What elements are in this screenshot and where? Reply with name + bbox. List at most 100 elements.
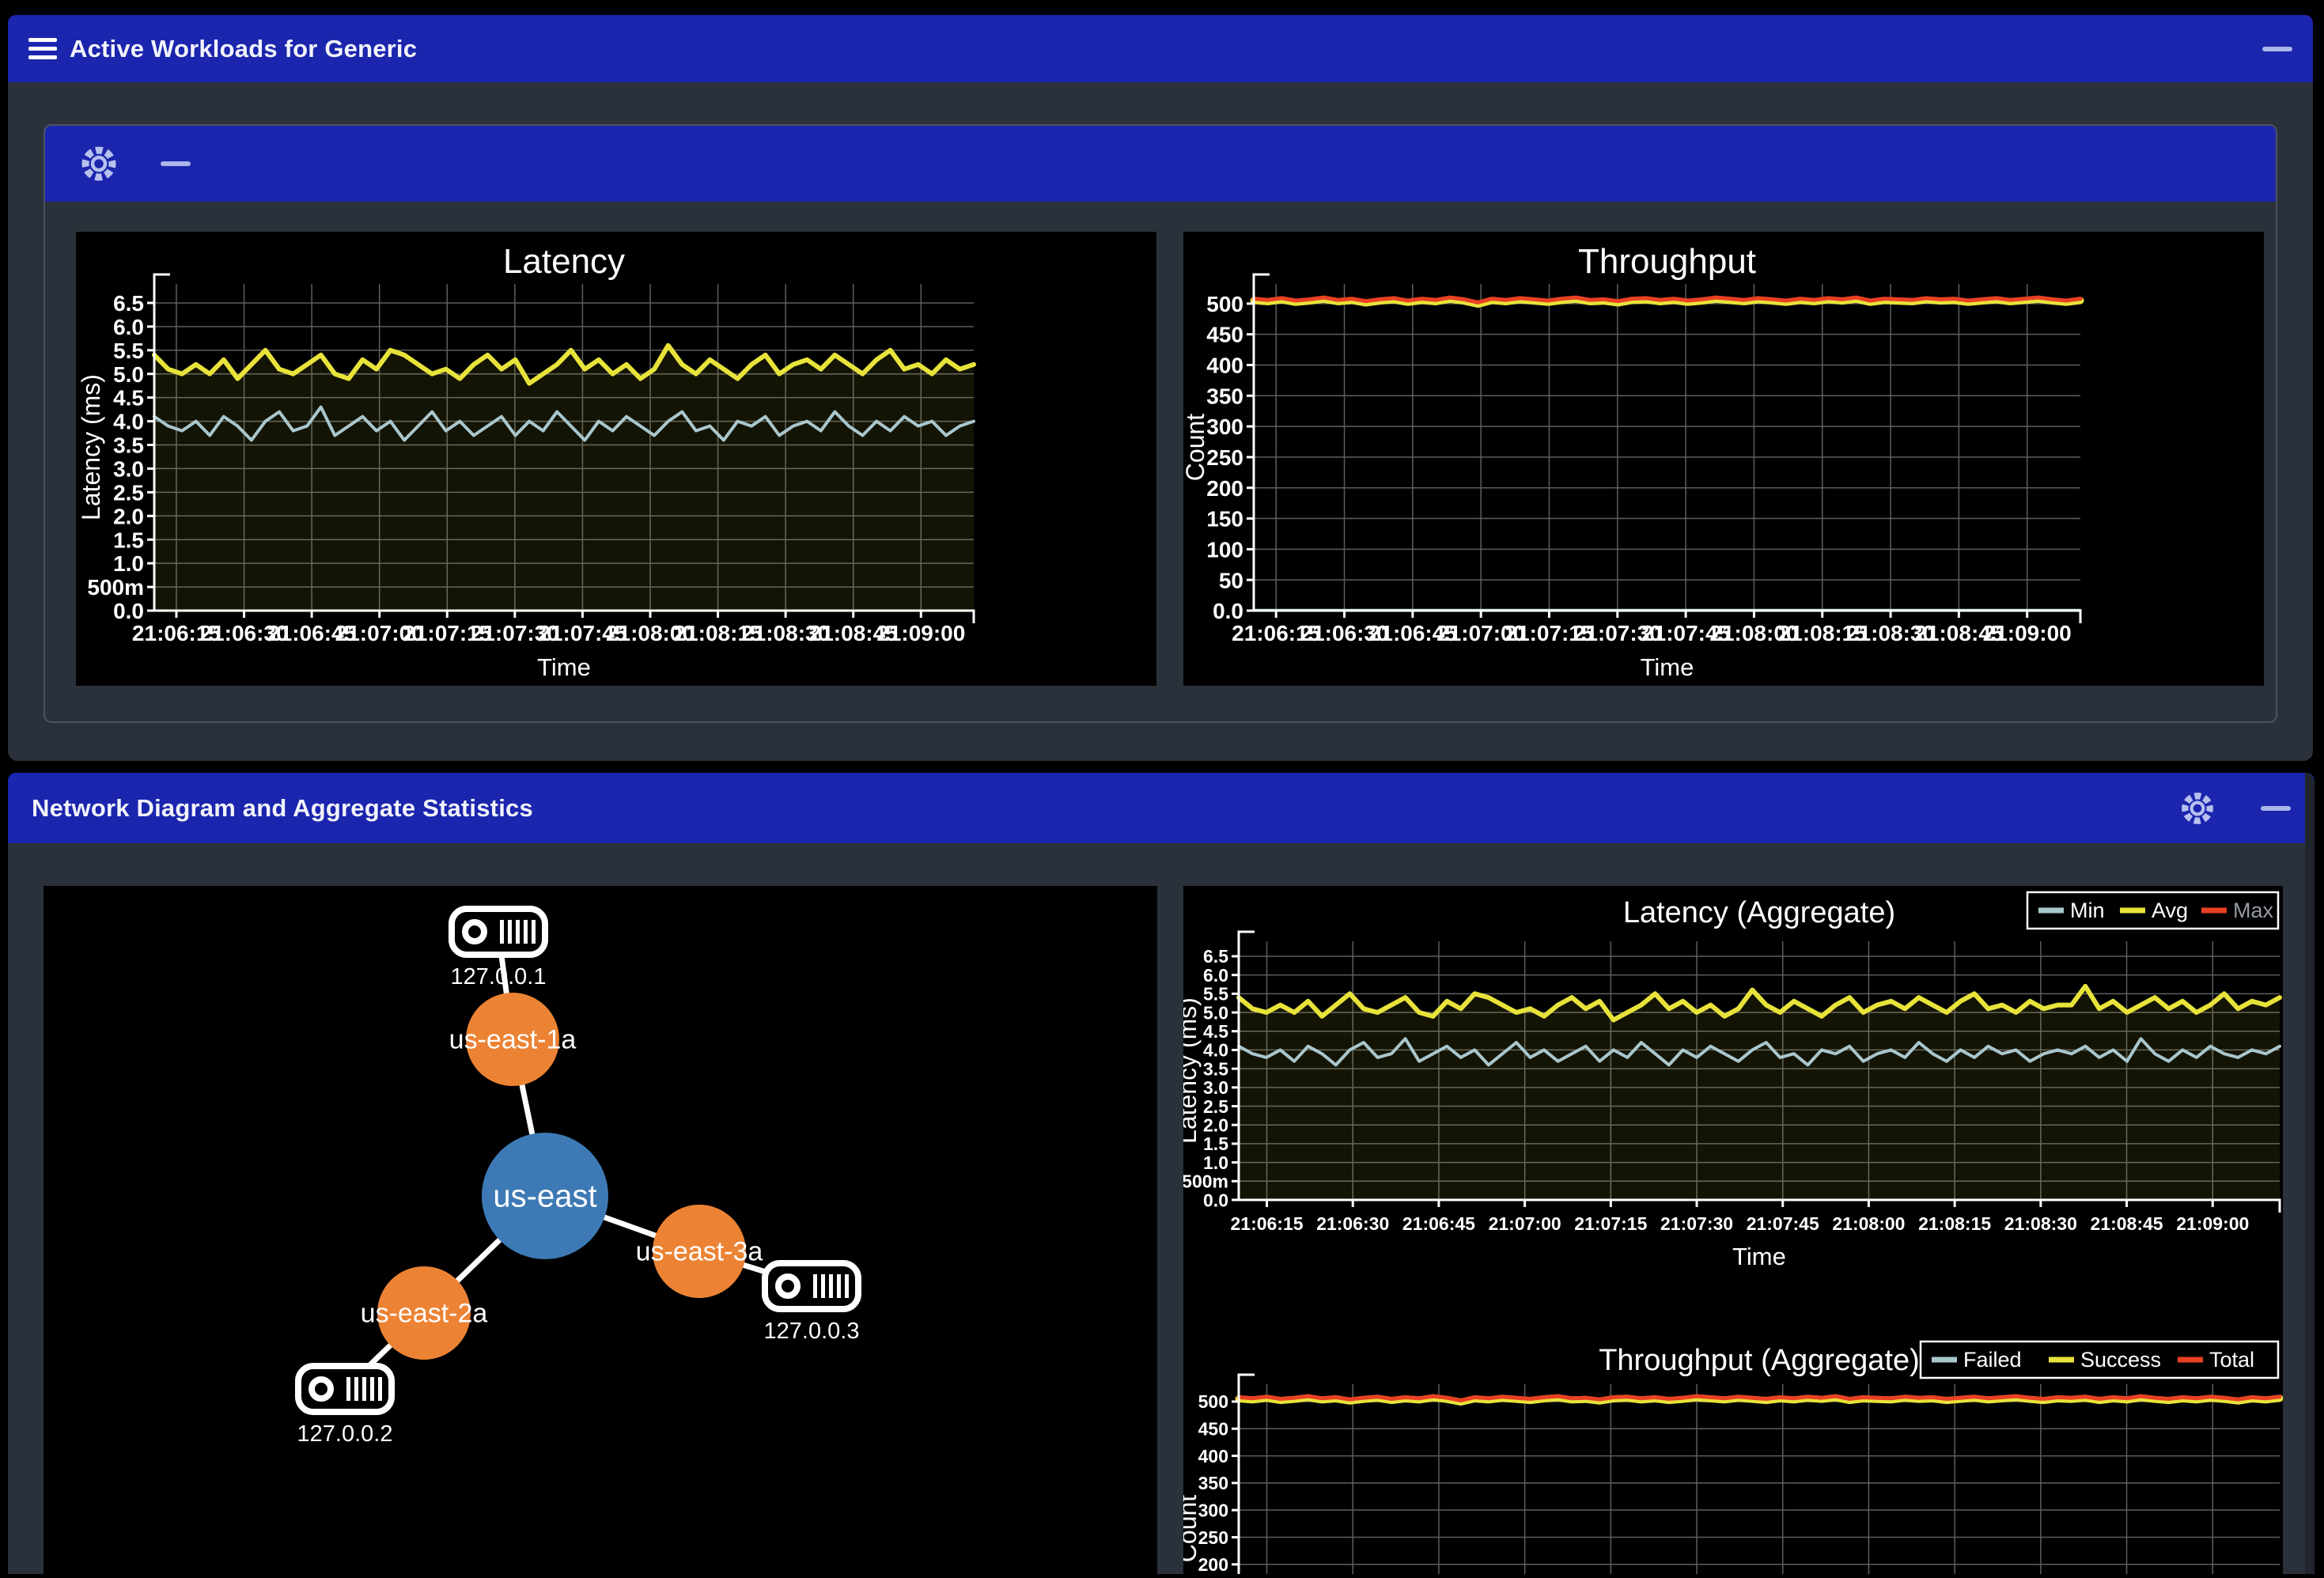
svg-text:Latency: Latency	[503, 242, 625, 281]
svg-text:21:09:00: 21:09:00	[2176, 1213, 2249, 1234]
svg-text:21:07:15: 21:07:15	[1574, 1213, 1647, 1234]
svg-text:4.5: 4.5	[113, 386, 144, 411]
svg-text:500m: 500m	[1183, 1171, 1228, 1192]
svg-text:21:06:45: 21:06:45	[1402, 1213, 1475, 1234]
svg-text:us-east-3a: us-east-3a	[636, 1237, 763, 1267]
svg-text:3.5: 3.5	[113, 433, 144, 458]
svg-text:Time: Time	[1732, 1243, 1786, 1270]
active-workloads-panel: Active Workloads for Generic Latency0.05…	[8, 15, 2313, 761]
svg-text:0.0: 0.0	[1203, 1190, 1228, 1210]
svg-text:6.5: 6.5	[1203, 946, 1228, 967]
svg-text:21:07:00: 21:07:00	[1489, 1213, 1561, 1234]
svg-text:Total: Total	[2209, 1348, 2254, 1372]
svg-text:127.0.0.2: 127.0.0.2	[297, 1421, 393, 1447]
svg-text:500: 500	[1198, 1391, 1228, 1412]
svg-text:300: 300	[1198, 1500, 1228, 1520]
network-panel-header: Network Diagram and Aggregate Statistics	[8, 773, 2315, 843]
svg-text:21:08:30: 21:08:30	[2004, 1213, 2077, 1234]
svg-text:100: 100	[1206, 537, 1243, 562]
svg-text:400: 400	[1206, 354, 1243, 378]
svg-text:50: 50	[1219, 568, 1243, 592]
svg-text:4.0: 4.0	[1203, 1040, 1228, 1061]
chart-cards-row: Latency0.0500m1.01.52.02.53.03.54.04.55.…	[45, 202, 2276, 686]
svg-text:350: 350	[1206, 384, 1243, 408]
network-diagram-panel: Network Diagram and Aggregate Statistics…	[8, 773, 2315, 1574]
svg-text:21:09:00: 21:09:00	[876, 621, 965, 645]
svg-text:350: 350	[1198, 1473, 1228, 1493]
panel-title: Network Diagram and Aggregate Statistics	[32, 794, 533, 823]
svg-text:0.0: 0.0	[113, 599, 144, 623]
svg-text:4.5: 4.5	[1203, 1021, 1228, 1042]
minus-icon[interactable]	[2261, 806, 2291, 811]
minus-icon[interactable]	[161, 161, 191, 166]
workload-charts-subpanel: Latency0.0500m1.01.52.02.53.03.54.04.55.…	[44, 124, 2277, 723]
svg-text:Min: Min	[2070, 899, 2105, 922]
svg-text:5.0: 5.0	[1203, 1002, 1228, 1023]
svg-text:Count: Count	[1183, 414, 1209, 482]
svg-text:5.5: 5.5	[1203, 984, 1228, 1005]
svg-text:Latency (Aggregate): Latency (Aggregate)	[1623, 896, 1895, 929]
svg-text:2.5: 2.5	[1203, 1096, 1228, 1117]
server-icon	[452, 909, 545, 955]
svg-text:21:07:30: 21:07:30	[1660, 1213, 1733, 1234]
svg-text:Throughput: Throughput	[1578, 242, 1756, 281]
gear-icon[interactable]	[78, 143, 119, 184]
svg-text:us-east: us-east	[493, 1179, 596, 1214]
svg-text:6.0: 6.0	[1203, 965, 1228, 986]
hamburger-menu-icon[interactable]	[28, 38, 57, 59]
svg-text:5.0: 5.0	[113, 362, 144, 387]
svg-text:200: 200	[1198, 1554, 1228, 1574]
svg-text:21:06:15: 21:06:15	[1230, 1213, 1303, 1234]
svg-text:Time: Time	[1641, 653, 1694, 681]
svg-text:500: 500	[1206, 292, 1243, 316]
svg-text:21:08:00: 21:08:00	[1832, 1213, 1905, 1234]
svg-text:Failed: Failed	[1963, 1348, 2022, 1372]
svg-text:2.5: 2.5	[113, 480, 144, 505]
throughput-aggregate-chart: Throughput (Aggregate)0.0501001502002503…	[1183, 1337, 2283, 1574]
svg-text:21:09:00: 21:09:00	[1983, 621, 2072, 645]
network-diagram[interactable]: 127.0.0.1 us-east-1a us-east us-east-3a 127.…	[44, 886, 1157, 1574]
svg-text:250: 250	[1206, 445, 1243, 470]
svg-text:Latency (ms): Latency (ms)	[1183, 997, 1202, 1144]
svg-text:200: 200	[1206, 476, 1243, 501]
server-icon	[765, 1263, 858, 1309]
svg-text:400: 400	[1198, 1446, 1228, 1466]
svg-text:Time: Time	[537, 653, 591, 681]
minus-icon[interactable]	[2262, 47, 2292, 51]
scrollbar-track[interactable]	[2305, 773, 2315, 1574]
svg-text:1.0: 1.0	[1203, 1152, 1228, 1173]
svg-text:us-east-2a: us-east-2a	[361, 1299, 488, 1329]
aggregate-stats-card: Latency (Aggregate)0.0500m1.01.52.02.53.…	[1183, 886, 2283, 1574]
active-workloads-panel-header: Active Workloads for Generic	[8, 15, 2313, 82]
svg-text:0.0: 0.0	[1213, 599, 1243, 623]
svg-text:2.0: 2.0	[113, 504, 144, 528]
svg-text:150: 150	[1206, 507, 1243, 532]
panel-title: Active Workloads for Generic	[70, 35, 417, 63]
svg-text:6.0: 6.0	[113, 315, 144, 339]
svg-text:Max: Max	[2233, 899, 2274, 922]
svg-text:3.5: 3.5	[1203, 1058, 1228, 1079]
svg-text:127.0.0.1: 127.0.0.1	[451, 964, 547, 990]
svg-text:1.5: 1.5	[113, 528, 144, 552]
throughput-chart: Throughput 0.0 50 100 150 200 250 300 350 400 450 5…	[1183, 232, 2264, 686]
svg-text:450: 450	[1206, 323, 1243, 347]
svg-text:21:07:45: 21:07:45	[1747, 1213, 1819, 1234]
svg-text:21:08:45: 21:08:45	[2091, 1213, 2163, 1234]
svg-text:1.5: 1.5	[1203, 1133, 1228, 1154]
svg-text:21:06:30: 21:06:30	[1316, 1213, 1389, 1234]
svg-text:3.0: 3.0	[1203, 1077, 1228, 1098]
subpanel-header	[45, 126, 2276, 202]
gear-icon[interactable]	[2178, 789, 2216, 827]
svg-text:us-east-1a: us-east-1a	[449, 1025, 577, 1055]
svg-text:500m: 500m	[87, 575, 144, 600]
svg-text:21:08:15: 21:08:15	[1918, 1213, 1991, 1234]
svg-text:Count: Count	[1183, 1495, 1202, 1563]
svg-text:Avg: Avg	[2152, 899, 2188, 922]
svg-text:Success: Success	[2080, 1348, 2161, 1372]
svg-text:5.5: 5.5	[113, 339, 144, 363]
svg-text:4.0: 4.0	[113, 410, 144, 434]
svg-text:300: 300	[1206, 414, 1243, 439]
svg-text:250: 250	[1198, 1527, 1228, 1548]
svg-text:3.0: 3.0	[113, 457, 144, 482]
svg-text:450: 450	[1198, 1419, 1228, 1440]
